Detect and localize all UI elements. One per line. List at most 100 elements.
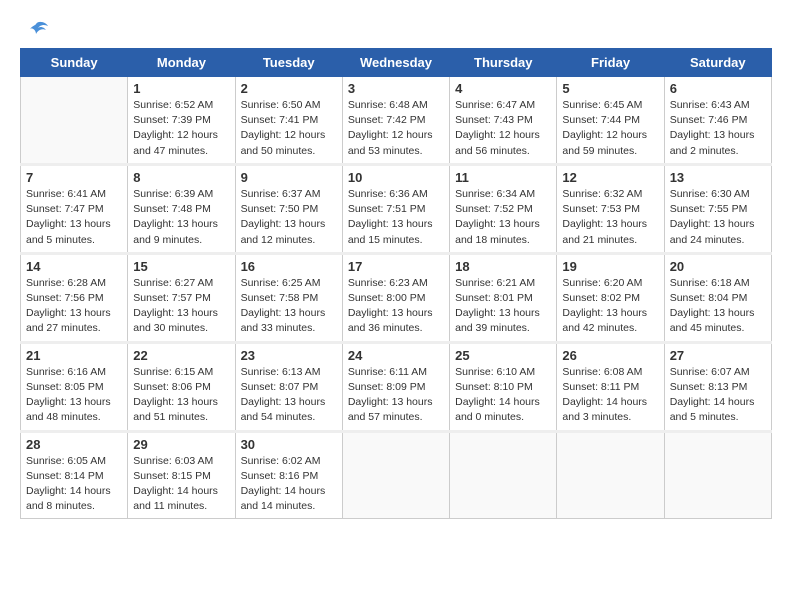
calendar-header-wednesday: Wednesday <box>342 49 449 77</box>
day-info: Sunrise: 6:11 AM Sunset: 8:09 PM Dayligh… <box>348 365 444 426</box>
day-info: Sunrise: 6:18 AM Sunset: 8:04 PM Dayligh… <box>670 276 766 337</box>
calendar-cell: 2 Sunrise: 6:50 AM Sunset: 7:41 PM Daylig… <box>235 77 342 165</box>
day-number: 13 <box>670 170 766 185</box>
calendar-header-monday: Monday <box>128 49 235 77</box>
calendar-cell: 14 Sunrise: 6:28 AM Sunset: 7:56 PM Dayli… <box>21 253 128 342</box>
calendar-cell: 26 Sunrise: 6:08 AM Sunset: 8:11 PM Dayli… <box>557 342 664 431</box>
day-info: Sunrise: 6:32 AM Sunset: 7:53 PM Dayligh… <box>562 187 658 248</box>
day-number: 18 <box>455 259 551 274</box>
day-number: 9 <box>241 170 337 185</box>
day-number: 22 <box>133 348 229 363</box>
calendar-cell: 11 Sunrise: 6:34 AM Sunset: 7:52 PM Dayli… <box>450 164 557 253</box>
calendar-cell: 12 Sunrise: 6:32 AM Sunset: 7:53 PM Dayli… <box>557 164 664 253</box>
calendar-header-row: SundayMondayTuesdayWednesdayThursdayFrid… <box>21 49 772 77</box>
day-info: Sunrise: 6:05 AM Sunset: 8:14 PM Dayligh… <box>26 454 122 515</box>
day-info: Sunrise: 6:34 AM Sunset: 7:52 PM Dayligh… <box>455 187 551 248</box>
calendar-cell: 4 Sunrise: 6:47 AM Sunset: 7:43 PM Daylig… <box>450 77 557 165</box>
page-header <box>20 20 772 38</box>
calendar-cell <box>21 77 128 165</box>
week-row-1: 1Sunrise: 6:52 AM Sunset: 7:39 PM Daylig… <box>21 77 772 165</box>
calendar-cell: 30Sunrise: 6:02 AM Sunset: 8:16 PM Dayli… <box>235 431 342 519</box>
calendar-cell: 21 Sunrise: 6:16 AM Sunset: 8:05 PM Dayli… <box>21 342 128 431</box>
day-number: 29 <box>133 437 229 452</box>
day-number: 27 <box>670 348 766 363</box>
calendar-cell: 28 Sunrise: 6:05 AM Sunset: 8:14 PM Dayli… <box>21 431 128 519</box>
day-info: Sunrise: 6:45 AM Sunset: 7:44 PM Dayligh… <box>562 98 658 159</box>
calendar-cell <box>664 431 771 519</box>
calendar-cell: 5 Sunrise: 6:45 AM Sunset: 7:44 PM Daylig… <box>557 77 664 165</box>
calendar-cell: 3Sunrise: 6:48 AM Sunset: 7:42 PM Daylig… <box>342 77 449 165</box>
calendar-header-saturday: Saturday <box>664 49 771 77</box>
day-info: Sunrise: 6:10 AM Sunset: 8:10 PM Dayligh… <box>455 365 551 426</box>
day-info: Sunrise: 6:52 AM Sunset: 7:39 PM Dayligh… <box>133 98 229 159</box>
calendar-cell <box>557 431 664 519</box>
day-number: 4 <box>455 81 551 96</box>
calendar-cell: 13 Sunrise: 6:30 AM Sunset: 7:55 PM Dayli… <box>664 164 771 253</box>
day-info: Sunrise: 6:07 AM Sunset: 8:13 PM Dayligh… <box>670 365 766 426</box>
calendar-cell: 19 Sunrise: 6:20 AM Sunset: 8:02 PM Dayli… <box>557 253 664 342</box>
day-number: 5 <box>562 81 658 96</box>
day-info: Sunrise: 6:23 AM Sunset: 8:00 PM Dayligh… <box>348 276 444 337</box>
calendar-cell <box>342 431 449 519</box>
calendar-header-thursday: Thursday <box>450 49 557 77</box>
day-number: 14 <box>26 259 122 274</box>
day-number: 12 <box>562 170 658 185</box>
calendar-header-sunday: Sunday <box>21 49 128 77</box>
day-info: Sunrise: 6:20 AM Sunset: 8:02 PM Dayligh… <box>562 276 658 337</box>
day-number: 2 <box>241 81 337 96</box>
day-number: 24 <box>348 348 444 363</box>
day-info: Sunrise: 6:03 AM Sunset: 8:15 PM Dayligh… <box>133 454 229 515</box>
calendar-cell: 23Sunrise: 6:13 AM Sunset: 8:07 PM Dayli… <box>235 342 342 431</box>
calendar-header-tuesday: Tuesday <box>235 49 342 77</box>
day-info: Sunrise: 6:30 AM Sunset: 7:55 PM Dayligh… <box>670 187 766 248</box>
day-info: Sunrise: 6:36 AM Sunset: 7:51 PM Dayligh… <box>348 187 444 248</box>
calendar-cell: 18 Sunrise: 6:21 AM Sunset: 8:01 PM Dayli… <box>450 253 557 342</box>
week-row-3: 14 Sunrise: 6:28 AM Sunset: 7:56 PM Dayli… <box>21 253 772 342</box>
calendar-cell: 16Sunrise: 6:25 AM Sunset: 7:58 PM Dayli… <box>235 253 342 342</box>
day-info: Sunrise: 6:27 AM Sunset: 7:57 PM Dayligh… <box>133 276 229 337</box>
day-number: 19 <box>562 259 658 274</box>
calendar-cell: 17 Sunrise: 6:23 AM Sunset: 8:00 PM Dayli… <box>342 253 449 342</box>
day-info: Sunrise: 6:41 AM Sunset: 7:47 PM Dayligh… <box>26 187 122 248</box>
day-info: Sunrise: 6:48 AM Sunset: 7:42 PM Dayligh… <box>348 98 444 159</box>
calendar-cell: 8 Sunrise: 6:39 AM Sunset: 7:48 PM Daylig… <box>128 164 235 253</box>
calendar-cell: 20 Sunrise: 6:18 AM Sunset: 8:04 PM Dayli… <box>664 253 771 342</box>
day-info: Sunrise: 6:13 AM Sunset: 8:07 PM Dayligh… <box>241 365 337 426</box>
day-number: 28 <box>26 437 122 452</box>
calendar-table: SundayMondayTuesdayWednesdayThursdayFrid… <box>20 48 772 519</box>
day-number: 26 <box>562 348 658 363</box>
day-number: 11 <box>455 170 551 185</box>
day-number: 6 <box>670 81 766 96</box>
day-info: Sunrise: 6:43 AM Sunset: 7:46 PM Dayligh… <box>670 98 766 159</box>
day-info: Sunrise: 6:28 AM Sunset: 7:56 PM Dayligh… <box>26 276 122 337</box>
calendar-header-friday: Friday <box>557 49 664 77</box>
day-number: 8 <box>133 170 229 185</box>
calendar-cell: 10Sunrise: 6:36 AM Sunset: 7:51 PM Dayli… <box>342 164 449 253</box>
day-info: Sunrise: 6:16 AM Sunset: 8:05 PM Dayligh… <box>26 365 122 426</box>
day-number: 25 <box>455 348 551 363</box>
calendar-cell: 1Sunrise: 6:52 AM Sunset: 7:39 PM Daylig… <box>128 77 235 165</box>
calendar-cell <box>450 431 557 519</box>
week-row-2: 7 Sunrise: 6:41 AM Sunset: 7:47 PM Daylig… <box>21 164 772 253</box>
day-number: 21 <box>26 348 122 363</box>
logo <box>20 20 50 38</box>
calendar-cell: 15 Sunrise: 6:27 AM Sunset: 7:57 PM Dayli… <box>128 253 235 342</box>
day-info: Sunrise: 6:08 AM Sunset: 8:11 PM Dayligh… <box>562 365 658 426</box>
day-info: Sunrise: 6:50 AM Sunset: 7:41 PM Dayligh… <box>241 98 337 159</box>
day-info: Sunrise: 6:21 AM Sunset: 8:01 PM Dayligh… <box>455 276 551 337</box>
day-info: Sunrise: 6:39 AM Sunset: 7:48 PM Dayligh… <box>133 187 229 248</box>
calendar-cell: 9 Sunrise: 6:37 AM Sunset: 7:50 PM Daylig… <box>235 164 342 253</box>
day-number: 20 <box>670 259 766 274</box>
day-number: 7 <box>26 170 122 185</box>
day-info: Sunrise: 6:47 AM Sunset: 7:43 PM Dayligh… <box>455 98 551 159</box>
calendar-cell: 27 Sunrise: 6:07 AM Sunset: 8:13 PM Dayli… <box>664 342 771 431</box>
calendar-cell: 6 Sunrise: 6:43 AM Sunset: 7:46 PM Daylig… <box>664 77 771 165</box>
week-row-5: 28 Sunrise: 6:05 AM Sunset: 8:14 PM Dayli… <box>21 431 772 519</box>
logo-bird-icon <box>22 20 50 42</box>
calendar-cell: 7 Sunrise: 6:41 AM Sunset: 7:47 PM Daylig… <box>21 164 128 253</box>
day-info: Sunrise: 6:37 AM Sunset: 7:50 PM Dayligh… <box>241 187 337 248</box>
day-info: Sunrise: 6:25 AM Sunset: 7:58 PM Dayligh… <box>241 276 337 337</box>
day-number: 15 <box>133 259 229 274</box>
day-number: 17 <box>348 259 444 274</box>
day-number: 30 <box>241 437 337 452</box>
